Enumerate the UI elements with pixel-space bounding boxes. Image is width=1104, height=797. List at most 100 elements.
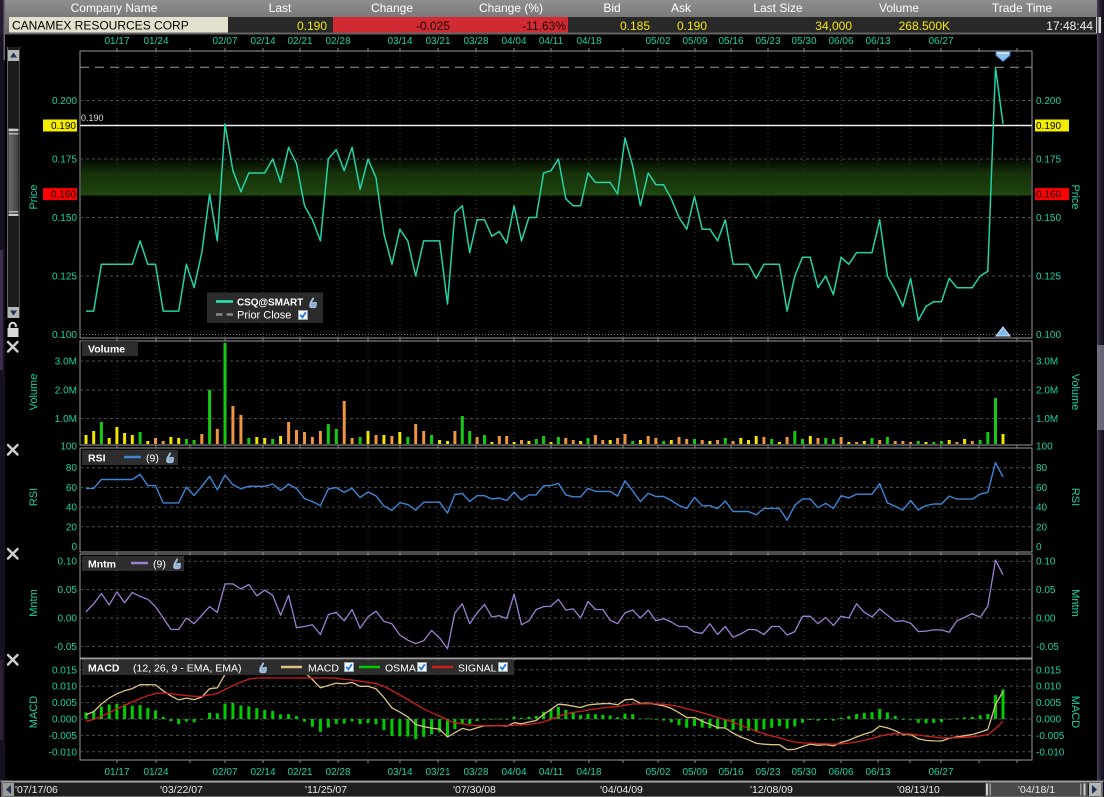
svg-text:Mntm: Mntm <box>28 589 40 617</box>
svg-text:05/23: 05/23 <box>755 36 780 47</box>
svg-text:CSQ@SMART: CSQ@SMART <box>237 298 303 309</box>
svg-text:0.200: 0.200 <box>52 96 77 107</box>
svg-text:03/14: 03/14 <box>387 36 412 47</box>
svg-text:0.00: 0.00 <box>58 614 78 625</box>
svg-text:40: 40 <box>66 503 78 514</box>
svg-text:0.200: 0.200 <box>1036 96 1061 107</box>
svg-text:06/27: 06/27 <box>928 36 953 47</box>
svg-text:0.150: 0.150 <box>1036 213 1061 224</box>
svg-text:'12/08/09: '12/08/09 <box>750 784 793 796</box>
svg-text:'07/17/06: '07/17/06 <box>15 784 58 796</box>
svg-text:(12, 26, 9 - EMA, EMA): (12, 26, 9 - EMA, EMA) <box>133 663 242 675</box>
svg-text:0.190: 0.190 <box>677 19 707 33</box>
svg-text:02/21: 02/21 <box>287 767 312 778</box>
svg-text:RSI: RSI <box>88 453 106 465</box>
svg-text:2.0M: 2.0M <box>1036 386 1058 397</box>
svg-text:02/14: 02/14 <box>250 36 275 47</box>
svg-text:Company Name: Company Name <box>71 1 158 15</box>
svg-text:01/17: 01/17 <box>104 767 129 778</box>
svg-text:06/13: 06/13 <box>865 36 890 47</box>
svg-text:Volume: Volume <box>1069 374 1081 411</box>
svg-text:02/28: 02/28 <box>325 36 350 47</box>
svg-text:04/18: 04/18 <box>576 767 601 778</box>
svg-text:60: 60 <box>66 483 78 494</box>
svg-text:0.150: 0.150 <box>52 213 77 224</box>
svg-text:'03/22/07: '03/22/07 <box>160 784 203 796</box>
svg-text:0.10: 0.10 <box>58 557 78 568</box>
svg-text:(9): (9) <box>146 453 159 465</box>
svg-text:3.0M: 3.0M <box>55 357 77 368</box>
svg-text:04/18: 04/18 <box>576 36 601 47</box>
svg-text:05/23: 05/23 <box>755 767 780 778</box>
svg-text:02/21: 02/21 <box>287 36 312 47</box>
svg-text:-0.010: -0.010 <box>1036 747 1065 758</box>
svg-text:MACD: MACD <box>28 696 40 728</box>
svg-text:06/06: 06/06 <box>828 36 853 47</box>
svg-text:'11/25/07: '11/25/07 <box>305 784 347 796</box>
svg-text:0.190: 0.190 <box>1036 121 1061 132</box>
svg-text:0: 0 <box>1036 542 1042 553</box>
svg-text:3.0M: 3.0M <box>1036 357 1058 368</box>
svg-text:-0.025: -0.025 <box>416 19 450 33</box>
svg-text:17:48:44: 17:48:44 <box>1046 19 1093 33</box>
svg-text:06/13: 06/13 <box>865 767 890 778</box>
svg-text:04/11: 04/11 <box>539 767 564 778</box>
svg-text:0.000: 0.000 <box>1036 715 1061 726</box>
svg-text:0.100: 0.100 <box>1036 330 1061 341</box>
svg-text:80: 80 <box>66 463 78 474</box>
svg-text:0: 0 <box>71 542 77 553</box>
svg-text:-0.005: -0.005 <box>49 731 78 742</box>
svg-text:0.160: 0.160 <box>1036 190 1061 201</box>
svg-text:-11.63%: -11.63% <box>522 19 566 33</box>
svg-text:'08/13/10: '08/13/10 <box>897 784 940 796</box>
svg-text:0.05: 0.05 <box>58 585 78 596</box>
svg-text:05/02: 05/02 <box>645 36 670 47</box>
svg-text:Bid: Bid <box>603 1 620 15</box>
svg-text:Mntm: Mntm <box>1069 589 1081 617</box>
svg-text:0.015: 0.015 <box>52 665 77 676</box>
svg-text:0.010: 0.010 <box>52 682 77 693</box>
svg-text:MACD: MACD <box>1069 696 1081 728</box>
svg-text:-0.05: -0.05 <box>54 642 77 653</box>
svg-text:0.190: 0.190 <box>81 113 104 123</box>
svg-text:MACD: MACD <box>308 663 339 675</box>
svg-text:'07/30/08: '07/30/08 <box>453 784 496 796</box>
svg-text:Volume: Volume <box>879 1 919 15</box>
svg-text:Trade Time: Trade Time <box>992 1 1053 15</box>
svg-text:04/04: 04/04 <box>501 36 526 47</box>
svg-text:05/09: 05/09 <box>682 36 707 47</box>
svg-text:Volume: Volume <box>88 344 125 356</box>
svg-text:0.175: 0.175 <box>1036 155 1061 166</box>
svg-text:Prior Close: Prior Close <box>237 310 291 322</box>
svg-text:Last Size: Last Size <box>753 1 803 15</box>
svg-text:0.190: 0.190 <box>51 121 76 132</box>
svg-text:05/09: 05/09 <box>682 767 707 778</box>
svg-text:05/30: 05/30 <box>791 767 816 778</box>
svg-text:0.005: 0.005 <box>1036 698 1061 709</box>
svg-text:01/24: 01/24 <box>143 767 168 778</box>
svg-text:CANAMEX RESOURCES CORP: CANAMEX RESOURCES CORP <box>12 19 189 33</box>
svg-text:34,000: 34,000 <box>815 19 852 33</box>
svg-text:04/11: 04/11 <box>539 36 564 47</box>
svg-text:Volume: Volume <box>28 374 40 411</box>
svg-text:0.185: 0.185 <box>620 19 650 33</box>
svg-text:0.000: 0.000 <box>52 715 77 726</box>
svg-text:MACD: MACD <box>88 663 120 675</box>
svg-text:-0.005: -0.005 <box>1036 731 1065 742</box>
svg-text:03/14: 03/14 <box>387 767 412 778</box>
svg-text:0.005: 0.005 <box>52 698 77 709</box>
svg-text:05/16: 05/16 <box>718 36 743 47</box>
svg-text:0.010: 0.010 <box>1036 682 1061 693</box>
svg-text:0.100: 0.100 <box>52 330 77 341</box>
svg-text:0.175: 0.175 <box>52 155 77 166</box>
svg-text:1.0M: 1.0M <box>55 414 77 425</box>
svg-text:02/07: 02/07 <box>212 767 237 778</box>
svg-text:Price: Price <box>1069 184 1081 209</box>
svg-text:0.00: 0.00 <box>1036 614 1056 625</box>
svg-text:Last: Last <box>269 1 292 15</box>
svg-text:SIGNAL: SIGNAL <box>458 663 497 675</box>
svg-text:03/28: 03/28 <box>463 36 488 47</box>
svg-text:0.015: 0.015 <box>1036 665 1061 676</box>
svg-text:0.125: 0.125 <box>52 272 77 283</box>
svg-text:0.190: 0.190 <box>297 19 327 33</box>
